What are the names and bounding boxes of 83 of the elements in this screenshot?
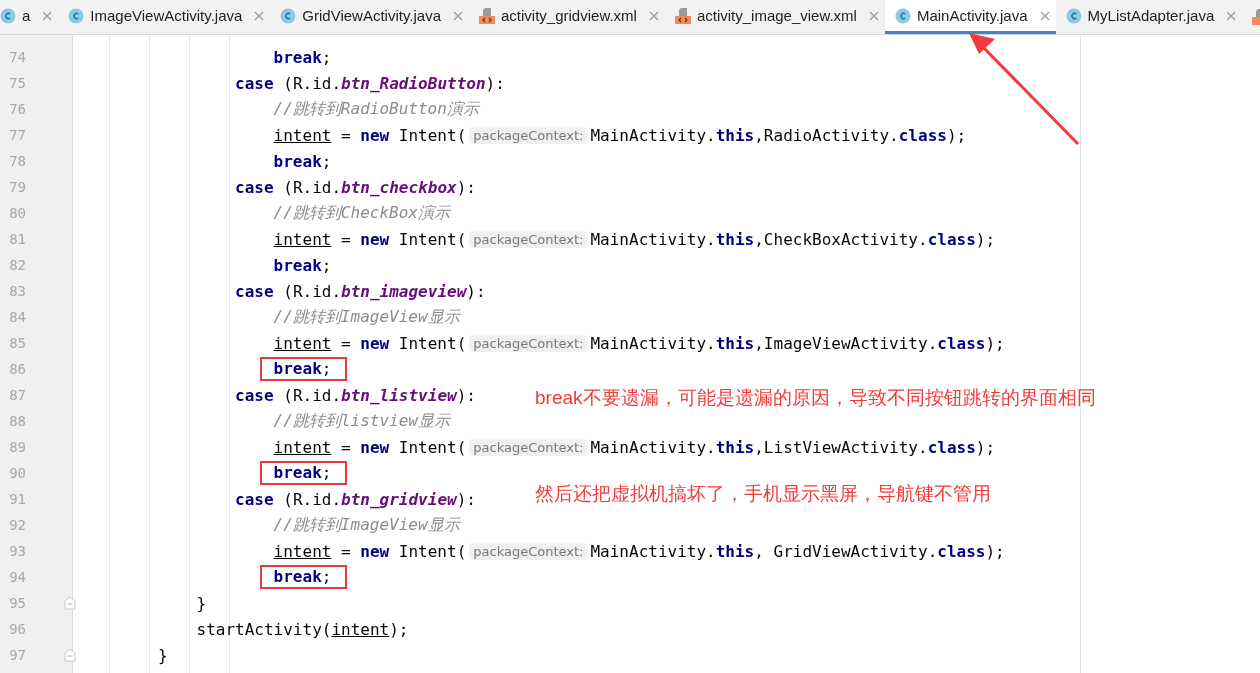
fold-icon[interactable] (64, 596, 76, 610)
line-number: 84 (8, 309, 26, 325)
code-text: case (R.id.btn_listview): (235, 385, 476, 405)
xml-file-icon (479, 7, 495, 24)
line-number: 93 (8, 543, 26, 559)
class-file-icon (0, 7, 16, 24)
code-text: break; (273, 151, 332, 171)
code-text: case (R.id.btn_gridview): (235, 489, 476, 509)
code-text: } (158, 645, 168, 665)
close-icon[interactable] (1226, 10, 1237, 21)
class-file-icon (280, 7, 297, 24)
editor-tab[interactable]: activity_gridview.xml (469, 0, 665, 34)
line-number: 86 (8, 361, 26, 377)
line-number: 97 (8, 647, 26, 663)
parameter-hint: packageContext: (469, 438, 588, 456)
line-number: 75 (8, 75, 26, 91)
code-text: break; (259, 461, 348, 485)
fold-icon[interactable] (64, 648, 76, 662)
code-text: intent = new Intent( (273, 437, 467, 457)
class-file-icon (894, 7, 911, 24)
editor-tab[interactable]: activity_image_view.xml (664, 0, 885, 34)
code-text: //跳转到ImageView显示 (273, 306, 460, 328)
code-text: //跳转到ImageView显示 (273, 514, 460, 536)
annotation-note: 然后还把虚拟机搞坏了，手机显示黑屏，导航键不管用 (535, 482, 991, 506)
parameter-hint: packageContext: (469, 230, 588, 248)
parameter-hint: packageContext: (469, 126, 588, 144)
code-text: MainActivity.this,ListViewActivity.class); (590, 437, 996, 457)
line-number: 78 (8, 153, 26, 169)
code-text: } (196, 593, 207, 613)
line-number: 94 (8, 569, 26, 585)
code-text: intent = new Intent( (273, 541, 467, 561)
code-text: //跳转到CheckBox演示 (273, 202, 450, 224)
editor-tab[interactable]: MyListAdapter.java (1055, 0, 1243, 34)
class-file-icon (1065, 7, 1082, 24)
line-number: 87 (8, 387, 26, 403)
annotation-note: break不要遗漏，可能是遗漏的原因，导致不同按钮跳转的界面相同 (535, 386, 1096, 410)
code-text: //跳转到RadioButton演示 (273, 98, 479, 120)
line-number: 82 (8, 257, 26, 273)
code-text: case (R.id.btn_imageview): (235, 281, 486, 301)
close-icon[interactable] (868, 10, 879, 21)
line-number: 91 (8, 491, 26, 507)
code-text: case (R.id.btn_RadioButton): (235, 73, 505, 93)
close-icon[interactable] (1039, 10, 1050, 21)
line-number: 83 (8, 283, 26, 299)
close-icon[interactable] (648, 10, 659, 21)
line-number: 95 (8, 595, 26, 611)
code-text: intent = new Intent( (273, 229, 467, 249)
code-text: MainActivity.this, GridViewActivity.class); (590, 541, 1005, 561)
close-icon[interactable] (42, 10, 53, 21)
line-number: 80 (8, 205, 26, 221)
line-number: 89 (8, 439, 26, 455)
code-text: intent = new Intent( (273, 333, 467, 353)
code-text: break; (273, 255, 332, 275)
code-text: startActivity(intent); (196, 619, 409, 639)
code-text: break; (273, 47, 332, 67)
parameter-hint: packageContext: (469, 334, 588, 352)
editor-tab[interactable]: GridViewActivity.java (270, 0, 469, 34)
line-number: 74 (8, 49, 26, 65)
line-number: 85 (8, 335, 26, 351)
line-number: 90 (8, 465, 26, 481)
line-number: 79 (8, 179, 26, 195)
editor-tab[interactable]: a (0, 0, 59, 34)
code-text: MainActivity.this,CheckBoxActivity.class); (590, 229, 996, 249)
code-text: MainActivity.this,ImageViewActivity.class); (590, 333, 1005, 353)
line-number: 77 (8, 127, 26, 143)
line-number: 81 (8, 231, 26, 247)
parameter-hint: packageContext: (469, 542, 588, 560)
code-text: //跳转到listview显示 (273, 410, 450, 432)
line-number: 88 (8, 413, 26, 429)
xml-file-icon (674, 7, 691, 24)
class-file-icon (68, 7, 85, 24)
close-icon[interactable] (453, 10, 463, 21)
code-text: break; (259, 357, 348, 381)
code-text: intent = new Intent( (273, 125, 467, 145)
editor-tab[interactable]: ImageViewActivity.java (58, 0, 271, 34)
editor-tab[interactable]: MainActivity.java (884, 0, 1056, 34)
code-text: break; (259, 565, 348, 589)
code-text: MainActivity.this,RadioActivity.class); (590, 125, 967, 145)
line-number: 76 (8, 101, 26, 117)
code-text: case (R.id.btn_checkbox): (235, 177, 476, 197)
line-number: 96 (8, 621, 26, 637)
close-icon[interactable] (254, 10, 265, 21)
line-number: 92 (8, 517, 26, 533)
